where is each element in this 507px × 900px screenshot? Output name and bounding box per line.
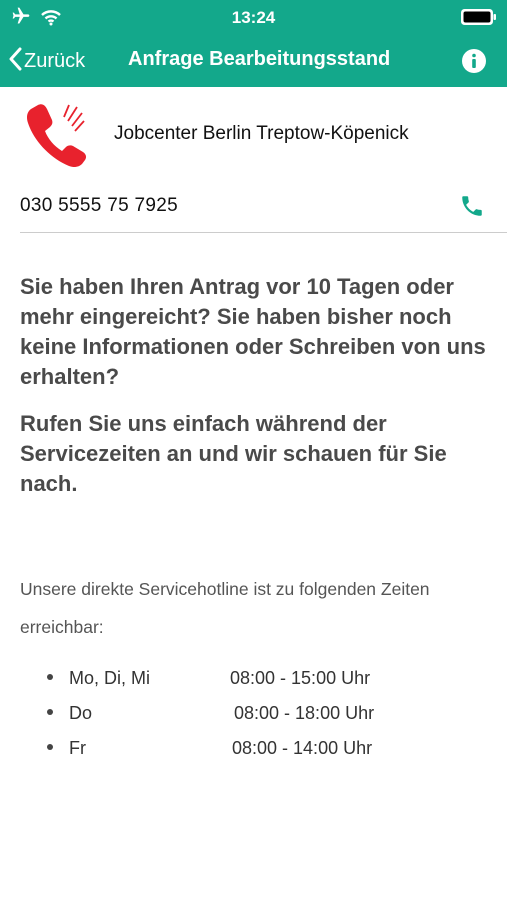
list-item: Mo, Di, Mi 08:00 - 15:00 Uhr: [0, 660, 507, 695]
phone-icon: [462, 196, 482, 216]
hours-time: 08:00 - 18:00 Uhr: [234, 703, 375, 723]
status-time: 13:24: [231, 8, 276, 27]
header-bar: 13:24 Zurück Anfrage Bearbeitungsstand: [0, 0, 507, 87]
phone-number[interactable]: 030 5555 75 7925: [20, 195, 178, 217]
call-button[interactable]: [459, 193, 485, 224]
phone-row[interactable]: 030 5555 75 7925: [0, 177, 507, 233]
hours-days: Do: [69, 703, 93, 723]
contact-header: Jobcenter Berlin Treptow-Köpenick: [0, 87, 507, 177]
hours-days: Fr: [69, 738, 86, 758]
hours-time: 08:00 - 14:00 Uhr: [232, 738, 373, 758]
info-icon: [462, 49, 486, 73]
back-button[interactable]: Zurück: [8, 46, 85, 76]
back-label: Zurück: [24, 49, 86, 72]
status-bar: 13:24: [0, 0, 507, 36]
instruction-paragraph: Rufen Sie uns einfach während der Servic…: [20, 411, 447, 496]
hours-time: 08:00 - 15:00 Uhr: [230, 668, 371, 688]
hours-days: Mo, Di, Mi: [69, 668, 150, 688]
navigation-bar: Zurück Anfrage Bearbeitungsstand: [0, 36, 507, 87]
bullet: [47, 744, 53, 750]
service-hours-list: Mo, Di, Mi 08:00 - 15:00 Uhr Do 08:00 - …: [0, 660, 507, 765]
hours-intro: Unsere direkte Servicehotline ist zu fol…: [20, 579, 430, 637]
bullet: [47, 674, 53, 680]
list-item: Do 08:00 - 18:00 Uhr: [0, 695, 507, 730]
ringing-phone-icon: [24, 101, 88, 172]
contact-name: Jobcenter Berlin Treptow-Köpenick: [114, 123, 409, 144]
divider: [20, 232, 507, 233]
info-button[interactable]: [461, 48, 487, 74]
page-title: Anfrage Bearbeitungsstand: [128, 48, 391, 70]
battery-icon: [461, 9, 497, 30]
list-item: Fr 08:00 - 14:00 Uhr: [0, 730, 507, 765]
info-paragraph: Sie haben Ihren Antrag vor 10 Tagen oder…: [20, 274, 486, 389]
bullet: [47, 709, 53, 715]
chevron-left-icon: [8, 47, 22, 76]
